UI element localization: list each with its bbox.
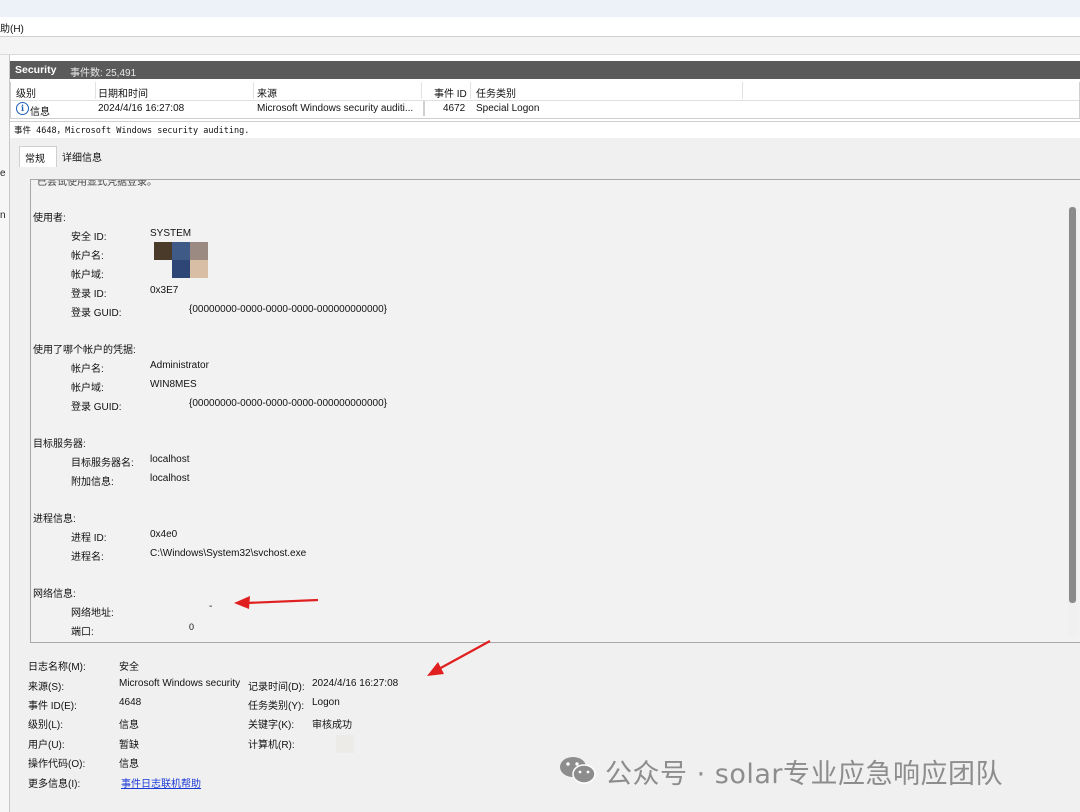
label-user: 用户(U):: [28, 740, 65, 751]
column-header-source[interactable]: 来源: [257, 85, 277, 100]
event-log-online-help-link[interactable]: 事件日志联机帮助: [121, 775, 201, 790]
label-account-name: 帐户名:: [71, 251, 104, 262]
redacted-computer-image: [336, 735, 354, 753]
label-network-address: 网络地址:: [71, 608, 114, 619]
cell-event-id: 4672: [443, 103, 466, 114]
label-log-name: 日志名称(M):: [28, 662, 86, 673]
label-opcode: 操作代码(O):: [28, 759, 86, 770]
value-logged: 2024/4/16 16:27:08: [312, 678, 399, 689]
menu-item-help[interactable]: 助(H): [0, 20, 24, 35]
label-cred-logon-guid: 登录 GUID:: [71, 402, 122, 413]
value-source: Microsoft Windows security: [119, 678, 241, 689]
event-message-textbox[interactable]: 已尝试使用显式凭据登录。 使用者: 安全 ID: SYSTEM 帐户名: 帐户域…: [30, 179, 1080, 643]
label-event-id: 事件 ID(E):: [28, 701, 77, 712]
tree-item-fragment[interactable]: e: [0, 168, 6, 179]
label-process-name: 进程名:: [71, 552, 104, 563]
column-divider[interactable]: [742, 82, 743, 99]
section-target-server: 目标服务器:: [33, 439, 86, 450]
cell-source: Microsoft Windows security auditi...: [257, 103, 414, 114]
event-count: 事件数: 25,491: [70, 68, 137, 79]
value-additional-info: localhost: [150, 473, 190, 484]
value-keywords: 审核成功: [312, 720, 352, 731]
value-security-id: SYSTEM: [150, 228, 192, 239]
column-header-datetime[interactable]: 日期和时间: [98, 85, 148, 100]
value-level: 信息: [119, 720, 139, 731]
value-opcode: 信息: [119, 759, 139, 770]
value-process-id: 0x4e0: [150, 529, 178, 540]
menu-bar: [0, 17, 1080, 37]
label-more-info: 更多信息(I):: [28, 779, 81, 790]
tab-details[interactable]: 详细信息: [62, 149, 102, 164]
label-task-category: 任务类别(Y):: [248, 701, 305, 712]
value-cred-account-name: Administrator: [150, 360, 209, 371]
label-logged: 记录时间(D):: [248, 682, 305, 693]
label-account-domain: 帐户域:: [71, 270, 104, 281]
value-process-name: C:\Windows\System32\svchost.exe: [150, 548, 307, 559]
info-icon: i: [16, 102, 29, 115]
label-logon-guid: 登录 GUID:: [71, 308, 122, 319]
value-network-address: -: [209, 601, 213, 612]
column-divider[interactable]: [95, 82, 96, 99]
event-list-table: 级别 日期和时间 来源 事件 ID 任务类别 i 信息 2024/4/16 16…: [10, 82, 1080, 119]
value-logon-id: 0x3E7: [150, 285, 179, 296]
title-strip: [0, 0, 1080, 17]
label-source: 来源(S):: [28, 682, 65, 693]
log-header: Security 事件数: 25,491: [10, 61, 1080, 79]
tab-general-label: 常规: [25, 154, 45, 165]
column-header-task-category[interactable]: 任务类别: [476, 85, 516, 100]
column-header-level[interactable]: 级别: [16, 85, 36, 100]
section-network: 网络信息:: [33, 589, 76, 600]
section-process: 进程信息:: [33, 514, 76, 525]
watermark: 公众号 · solar专业应急响应团队: [555, 752, 1003, 790]
label-cred-account-name: 帐户名:: [71, 364, 104, 375]
value-event-id: 4648: [119, 697, 142, 708]
tab-general[interactable]: 常规: [19, 146, 57, 167]
message-scrollbar-thumb[interactable]: [1069, 207, 1076, 603]
event-detail-header: 事件 4648，Microsoft Windows security audit…: [10, 121, 1080, 139]
value-target-server-name: localhost: [150, 454, 190, 465]
column-divider[interactable]: [421, 82, 422, 99]
value-port: 0: [189, 622, 195, 632]
tree-item-fragment[interactable]: n: [0, 210, 6, 221]
label-process-id: 进程 ID:: [71, 533, 107, 544]
toolbar-area: [0, 37, 1080, 55]
label-logon-id: 登录 ID:: [71, 289, 107, 300]
message-clipped-line: 已尝试使用显式凭据登录。: [37, 179, 157, 188]
table-header-row: 级别 日期和时间 来源 事件 ID 任务类别: [11, 82, 1079, 101]
label-level: 级别(L):: [28, 720, 63, 731]
column-divider[interactable]: [470, 82, 471, 99]
value-cred-account-domain: WIN8MES: [150, 379, 197, 390]
label-cred-account-domain: 帐户域:: [71, 383, 104, 394]
cell-datetime: 2024/4/16 16:27:08: [98, 103, 185, 114]
label-computer: 计算机(R):: [248, 740, 295, 751]
section-credentials: 使用了哪个帐户的凭据:: [33, 345, 136, 356]
value-cred-logon-guid: {00000000-0000-0000-0000-000000000000}: [189, 398, 387, 409]
event-detail-panel: 常规 详细信息 已尝试使用显式凭据登录。 使用者: 安全 ID: SYSTEM …: [10, 138, 1080, 812]
label-security-id: 安全 ID:: [71, 232, 107, 243]
label-port: 端口:: [71, 627, 94, 638]
section-subject: 使用者:: [33, 213, 66, 224]
cell-level: 信息: [30, 107, 50, 118]
label-additional-info: 附加信息:: [71, 477, 114, 488]
table-row[interactable]: i 信息 2024/4/16 16:27:08 Microsoft Window…: [11, 101, 1079, 118]
value-task-category: Logon: [312, 697, 340, 708]
column-divider[interactable]: [253, 82, 254, 99]
cell-task-category: Special Logon: [476, 103, 540, 114]
log-name: Security: [15, 64, 57, 76]
redacted-account-image: [154, 242, 208, 278]
cell-divider: [423, 101, 425, 116]
event-detail-title: 事件 4648，Microsoft Windows security audit…: [14, 126, 250, 136]
watermark-text: 公众号 · solar专业应急响应团队: [605, 759, 1003, 790]
column-header-event-id[interactable]: 事件 ID: [434, 85, 467, 100]
label-target-server-name: 目标服务器名:: [71, 458, 134, 469]
value-logon-guid: {00000000-0000-0000-0000-000000000000}: [189, 304, 387, 315]
value-user: 暂缺: [119, 740, 139, 751]
label-keywords: 关键字(K):: [248, 720, 295, 731]
value-log-name: 安全: [119, 662, 139, 673]
